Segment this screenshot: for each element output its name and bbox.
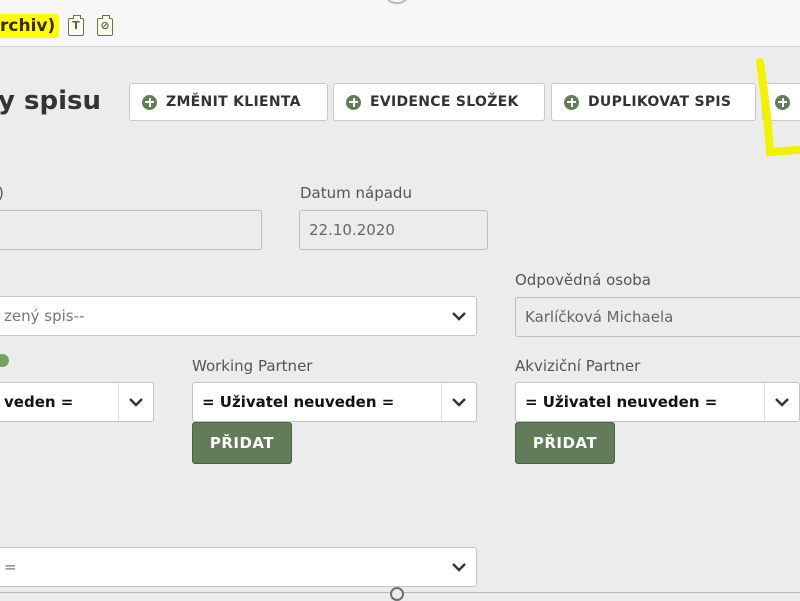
working-partner-select[interactable]: = Uživatel neuveden = bbox=[192, 382, 477, 422]
clipboard-clip-icon[interactable]: ⊘ bbox=[97, 15, 113, 36]
chevron-down-icon bbox=[441, 383, 476, 421]
plus-circle-icon bbox=[564, 94, 579, 110]
folder-records-label: EVIDENCE SLOŽEK bbox=[370, 94, 519, 110]
folder-records-button[interactable]: EVIDENCE SLOŽEK bbox=[333, 83, 545, 121]
left-user-value: veden = bbox=[4, 393, 74, 411]
working-partner-label: Working Partner bbox=[192, 357, 313, 375]
acq-partner-value: = Uživatel neuveden = bbox=[525, 393, 718, 411]
more-action-button[interactable] bbox=[762, 83, 800, 121]
top-partial-element bbox=[384, 0, 410, 4]
plus-circle-icon bbox=[142, 94, 157, 110]
working-partner-value: = Uživatel neuveden = bbox=[202, 393, 395, 411]
duplicate-file-label: DUPLIKOVAT SPIS bbox=[588, 94, 732, 110]
duplicate-file-button[interactable]: DUPLIKOVAT SPIS bbox=[551, 83, 756, 121]
plus-circle-icon bbox=[346, 94, 361, 110]
acq-partner-select[interactable]: = Uživatel neuveden = bbox=[515, 382, 800, 422]
clipboard-text-icon[interactable]: T bbox=[68, 15, 84, 36]
bottom-select[interactable]: = bbox=[0, 547, 477, 587]
responsible-field: Karlíčková Michaela bbox=[515, 297, 800, 337]
left-user-select[interactable]: veden = bbox=[0, 382, 154, 422]
datum-field: 22.10.2020 bbox=[299, 210, 488, 250]
left-field-label: ) bbox=[0, 184, 4, 202]
plus-circle-icon bbox=[775, 94, 790, 110]
chevron-down-icon bbox=[442, 297, 476, 335]
datum-label: Datum nápadu bbox=[300, 184, 412, 202]
chevron-down-icon bbox=[764, 383, 799, 421]
page-title: y spisu bbox=[0, 86, 101, 116]
responsible-label: Odpovědná osoba bbox=[515, 271, 652, 289]
add-acq-partner-button[interactable]: PŘIDAT bbox=[515, 422, 615, 464]
change-client-button[interactable]: ZMĚNIT KLIENTA bbox=[129, 83, 328, 121]
bottom-select-value: = bbox=[4, 558, 17, 576]
chevron-down-icon bbox=[442, 548, 476, 586]
change-client-label: ZMĚNIT KLIENTA bbox=[166, 94, 301, 110]
resize-handle[interactable] bbox=[390, 587, 404, 601]
info-icon[interactable] bbox=[0, 354, 9, 367]
top-bar: rchiv) T ⊘ bbox=[0, 0, 800, 47]
chevron-down-icon bbox=[118, 383, 153, 421]
left-readonly-field bbox=[0, 210, 262, 250]
linked-file-select[interactable]: zený spis-- bbox=[0, 296, 477, 336]
linked-file-value: zený spis-- bbox=[4, 307, 85, 325]
acq-partner-label: Akviziční Partner bbox=[515, 357, 641, 375]
archive-badge: rchiv) bbox=[0, 14, 60, 38]
add-working-partner-button[interactable]: PŘIDAT bbox=[192, 422, 292, 464]
